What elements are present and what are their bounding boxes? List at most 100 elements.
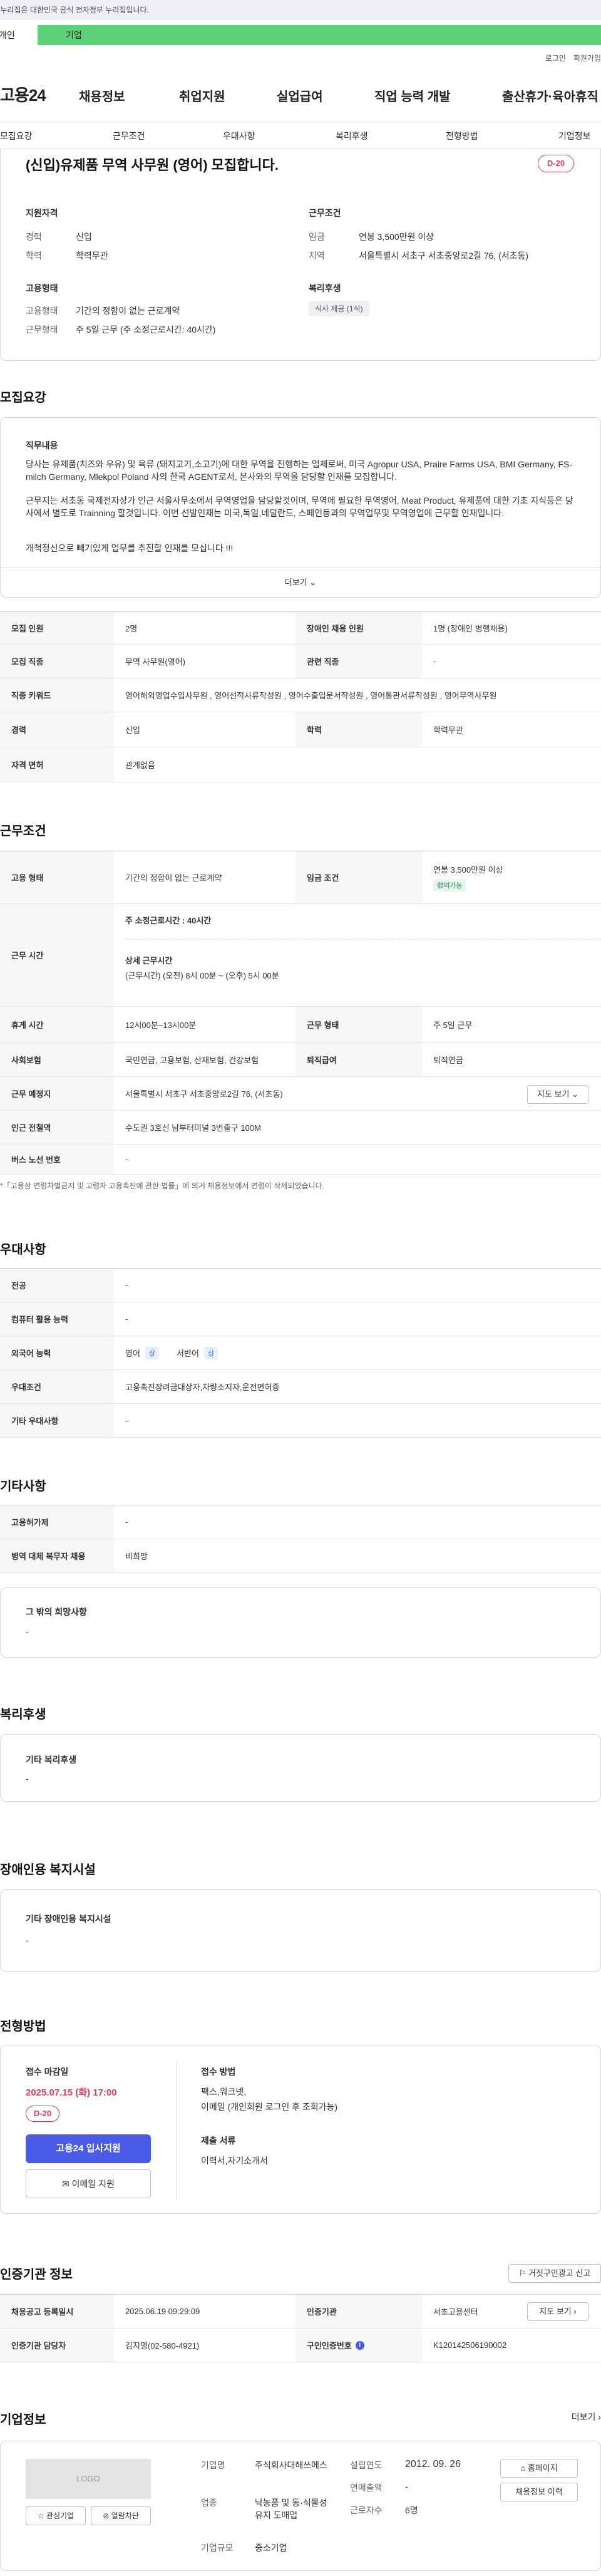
weekly-hours-label: 주 소정근로시간 : 40시간	[125, 916, 212, 925]
table-head: 직종 키워드	[0, 678, 114, 712]
tab-business[interactable]: 기업	[38, 25, 601, 45]
table-row: 채용공고 등록일시 2025.06.19 09:29:09 인증기관 서초고용센…	[0, 2295, 601, 2329]
table-head: 임금 조건	[295, 851, 422, 903]
table-cell: 국민연금, 고용보험, 산재보험, 건강보험	[125, 1056, 259, 1065]
gnb-item-jobs[interactable]: 채용정보	[79, 86, 125, 105]
disabled-box-value: -	[26, 1935, 29, 1945]
dday-badge: D-20	[538, 155, 574, 172]
qual-title: 지원자격	[26, 208, 58, 218]
table-row: 외국어 능력 영어 상 서반어 상	[0, 1336, 601, 1370]
welfare-card: 기타 복리후생 -	[0, 1734, 601, 1802]
table-cell: -	[433, 657, 436, 666]
section-nav-pref[interactable]: 우대사항	[223, 130, 255, 142]
company-biz-value: 낙농품 및 동·식물성 유지 도매업	[255, 2498, 327, 2520]
gnb-item-parental-leave[interactable]: 출산휴가·육아휴직	[502, 86, 598, 105]
job-title: (신입)유제품 무역 사무원 (영어) 모집합니다.	[26, 157, 279, 173]
table-cell: 주 5일 근무	[433, 1021, 473, 1030]
emp-shift-value: 주 5일 근무 (주 소정근로시간: 40시간)	[76, 325, 216, 335]
chevron-right-icon: ›	[573, 2307, 577, 2316]
table-head: 근무 형태	[295, 1007, 422, 1042]
table-head: 고용 형태	[0, 851, 114, 903]
company-name-value: 주식회사대해쓰에스	[255, 2460, 327, 2470]
welfare-box-title: 기타 복리후생	[26, 1755, 77, 1765]
section-nav-welfare[interactable]: 복리후생	[336, 130, 368, 142]
company-more-link[interactable]: 더보기 ›	[572, 2411, 601, 2423]
cert-number-head: 구인인증번호 i	[295, 2329, 422, 2362]
welfare-summary-title: 복리후생	[309, 283, 341, 293]
login-link[interactable]: 로그인	[545, 54, 566, 63]
email-apply-button[interactable]: ✉ 이메일 지원	[26, 2169, 151, 2198]
map-button[interactable]: 지도 보기 ⌄	[527, 1085, 588, 1104]
cond-pay-value: 연봉 3,500만원 이상	[359, 232, 434, 242]
table-cell: 1명 (장애인 병행채용)	[433, 624, 508, 633]
info-icon[interactable]: i	[355, 2340, 364, 2350]
table-head: 모집 인원	[0, 612, 114, 644]
gov-banner: 이 누리집은 대한민국 공식 전자정부 누리집입니다.	[0, 0, 601, 20]
table-head: 인증기관 담당자	[0, 2329, 114, 2362]
company-est-label: 설립연도	[350, 2460, 383, 2470]
gnb-item-unemployment-benefit[interactable]: 실업급여	[277, 86, 323, 105]
table-head: 외국어 능력	[0, 1336, 114, 1369]
process-card: 접수 마감일 2025.07.15 (화) 17:00 D-20 고용24 입사…	[0, 2045, 601, 2214]
emp-type-label: 고용형태	[26, 306, 58, 316]
company-more-label: 더보기	[571, 2412, 596, 2422]
table-row: 직종 키워드 영어해외영업수입사무원 , 영어선적사류작성원 , 영어수출입문서…	[0, 678, 601, 712]
other-wish-card: 그 밖의 희망사항 -	[0, 1587, 601, 1658]
tab-individual[interactable]: 개인	[0, 25, 38, 45]
table-row: 휴게 시간 12시00분~13시00분 근무 형태 주 5일 근무	[0, 1007, 601, 1043]
cert-map-button[interactable]: 지도 보기 ›	[527, 2302, 588, 2321]
table-row: 병역 대체 복무자 채용 비희망	[0, 1539, 601, 1573]
table-cell: 관계없음	[125, 761, 155, 770]
emp-shift-label: 근무형태	[26, 325, 58, 335]
site-logo[interactable]: 고용24	[0, 83, 46, 106]
pay-cell: 연봉 3,500만원 이상 협의가능	[422, 851, 601, 903]
user-type-tabs: 개인 기업	[0, 25, 601, 45]
table-cell: 영어해외영업수입사무원 , 영어선적사류작성원 , 영어수출입문서작성원 , 영…	[125, 691, 497, 700]
jobs-history-button[interactable]: 채용정보 이력	[500, 2483, 578, 2501]
table-head: 컴퓨터 활용 능력	[0, 1302, 114, 1336]
chevron-down-icon: ⌄	[572, 1089, 578, 1099]
qual-edu-value: 학력무관	[76, 251, 108, 261]
cert-number-label: 구인인증번호	[307, 2341, 352, 2350]
table-row: 컴퓨터 활용 능력 -	[0, 1302, 601, 1336]
homepage-button[interactable]: ⌂ 홈페이지	[500, 2459, 578, 2478]
block-company-label: 열람차단	[111, 2511, 139, 2520]
cond-pay-label: 임금	[309, 232, 325, 242]
block-company-button[interactable]: ⊘ 열람차단	[91, 2506, 151, 2525]
recruit-section-title: 모집요강	[0, 391, 46, 405]
fav-company-label: 관심기업	[46, 2511, 74, 2520]
section-nav-work[interactable]: 근무조건	[113, 130, 145, 142]
apply-button[interactable]: 고용24 입사지원	[26, 2134, 151, 2163]
fav-company-button[interactable]: ☆ 관심기업	[26, 2506, 86, 2525]
table-head: 경력	[0, 712, 114, 747]
company-card: LOGO ☆ 관심기업 ⊘ 열람차단 기업명 주식회사대해쓰에스 업종 낙농품 …	[0, 2441, 601, 2571]
duty-more-button[interactable]: 더보기 ⌄	[1, 567, 600, 597]
tab-individual-label: 개인	[0, 30, 15, 40]
language-1-level: 상	[145, 1346, 160, 1359]
section-nav-company[interactable]: 기업정보	[558, 130, 591, 142]
section-nav-process[interactable]: 전형방법	[446, 130, 478, 142]
table-head: 인근 전철역	[0, 1111, 114, 1144]
gnb-item-employment-support[interactable]: 취업지원	[179, 86, 225, 105]
section-nav-recruit[interactable]: 모집요강	[0, 130, 33, 142]
section-nav: 모집요강 근무조건 우대사항 복리후생 전형방법 기업정보	[0, 122, 601, 149]
table-row: 고용허가제 -	[0, 1505, 601, 1539]
company-size-value: 중소기업	[255, 2543, 287, 2553]
false-ad-report-label: 거짓구인광고 신고	[528, 2268, 591, 2278]
join-link[interactable]: 회원가입	[573, 54, 601, 63]
false-ad-report-button[interactable]: ⚐ 거짓구인광고 신고	[508, 2264, 601, 2283]
docs-title: 제출 서류	[201, 2136, 236, 2146]
pay-value: 연봉 3,500만원 이상	[433, 865, 503, 875]
emp-type-value: 기간의 정함이 없는 근로계약	[76, 306, 180, 316]
table-row: 고용 형태 기간의 정함이 없는 근로계약 임금 조건 연봉 3,500만원 이…	[0, 851, 601, 904]
gnb-item-skill-development[interactable]: 직업 능력 개발	[374, 86, 451, 105]
recruit-table: 모집 인원 2명 장애인 채용 인원 1명 (장애인 병행채용) 모집 직종 무…	[0, 611, 601, 782]
deadline-value: 2025.07.15 (화) 17:00	[26, 2087, 117, 2098]
language-2: 서반어	[177, 1349, 199, 1358]
process-section-title: 전형방법	[0, 2020, 46, 2033]
company-size-label: 기업규모	[201, 2543, 234, 2553]
etc-section-title: 기타사항	[0, 1480, 46, 1493]
company-section-title: 기업정보	[0, 2413, 46, 2427]
table-cell: -	[125, 1314, 128, 1324]
table-head: 전공	[0, 1269, 114, 1302]
